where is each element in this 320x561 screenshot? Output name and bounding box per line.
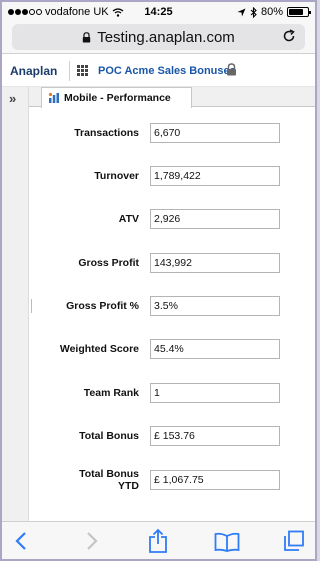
field-label: ATV [118,213,139,225]
app-header: Anaplan POC Acme Sales Bonuses [2,55,315,87]
share-icon[interactable] [148,528,168,554]
field-value[interactable]: 2,926 [150,209,280,229]
field-value[interactable]: 1,789,422 [150,166,280,186]
bookmarks-icon[interactable] [214,532,240,552]
field-label: Gross Profit [78,257,139,269]
form-row-gross-profit: Gross Profit 143,992 [30,253,315,273]
field-value[interactable]: 1 [150,383,280,403]
address-bar[interactable]: Testing.anaplan.com [12,24,305,50]
field-label: Gross Profit % [66,300,139,312]
field-label: Team Rank [83,387,139,399]
form-row-transactions: Transactions 6,670 [30,123,315,143]
forward-arrow-icon[interactable] [85,531,99,551]
field-label: Weighted Score [59,343,139,355]
header-divider [69,61,70,81]
form-row-turnover: Turnover 1,789,422 [30,166,315,186]
field-value[interactable]: £ 1,067.75 [150,470,280,490]
form-row-team-rank: Team Rank 1 [30,383,315,403]
secure-lock-icon [83,31,91,42]
model-name-link[interactable]: POC Acme Sales Bonuses [98,65,236,77]
field-label: Turnover [94,170,139,182]
location-icon [237,8,246,16]
battery-fill [289,9,303,15]
bluetooth-icon [250,6,257,18]
form-row-total-bonus-ytd: Total Bonus YTD £ 1,067.75 [30,468,315,492]
browser-address-area: Testing.anaplan.com [2,22,315,54]
browser-toolbar [2,521,315,559]
tab-bar: Mobile - Performance [29,87,315,108]
tabs-icon[interactable] [283,530,305,552]
field-label: Total Bonus YTD [79,468,139,492]
tab-label: Mobile - Performance [64,92,171,104]
url-text: Testing.anaplan.com [97,28,235,46]
form-row-gross-profit-percent: Gross Profit % 3.5% [30,296,315,316]
collapsed-sidebar: » [2,87,29,521]
field-value[interactable]: 3.5% [150,296,280,316]
performance-form: Transactions 6,670 Turnover 1,789,422 AT… [30,108,315,521]
tab-mobile-performance[interactable]: Mobile - Performance [41,87,192,108]
field-value[interactable]: £ 153.76 [150,426,280,446]
back-arrow-icon[interactable] [14,531,28,551]
form-row-total-bonus: Total Bonus £ 153.76 [30,426,315,446]
field-label: Total Bonus [79,430,139,442]
anaplan-logo[interactable]: Anaplan [10,64,57,78]
status-bar: vodafone UK 14:25 80% [2,2,315,22]
expand-sidebar-icon[interactable]: » [9,91,16,106]
battery-percent: 80% [260,6,283,18]
reload-icon[interactable] [281,28,297,44]
model-lock-icon [227,63,236,76]
apps-grid-icon[interactable] [77,65,88,76]
dashboard-chart-icon [48,92,59,103]
field-value[interactable]: 45.4% [150,339,280,359]
field-value[interactable]: 143,992 [150,253,280,273]
field-label: Transactions [74,127,139,139]
phone-frame: vodafone UK 14:25 80% Testing.anaplan.co… [0,0,317,561]
battery-icon [287,7,311,17]
logo-text: Anaplan [10,64,58,78]
field-value[interactable]: 6,670 [150,123,280,143]
form-row-atv: ATV 2,926 [30,209,315,229]
form-row-weighted-score: Weighted Score 45.4% [30,339,315,359]
